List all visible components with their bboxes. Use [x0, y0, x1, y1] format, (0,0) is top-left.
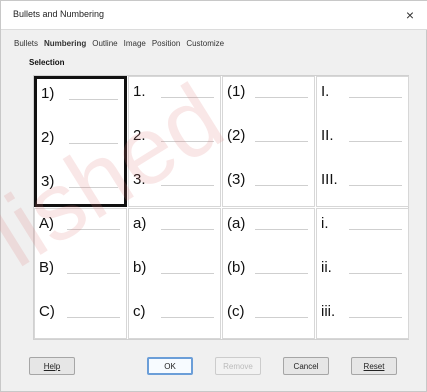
cancel-button[interactable]: Cancel: [283, 357, 329, 375]
style-option-alpha-lower-parens[interactable]: (a) (b) (c): [222, 208, 315, 339]
style-option-label: (1): [227, 83, 246, 100]
ok-label: OK: [164, 361, 176, 371]
style-option-1-parens[interactable]: (1) (2) (3): [222, 76, 315, 207]
tab-bar: Bullets Numbering Outline Image Position…: [13, 37, 225, 51]
style-option-label: a): [133, 215, 147, 232]
tab-image[interactable]: Image: [123, 37, 147, 51]
style-option-label: C): [39, 303, 55, 320]
style-option-alpha-upper-paren[interactable]: A) B) C): [34, 208, 127, 339]
remove-button: Remove: [215, 357, 261, 375]
style-option-1-dot[interactable]: 1. 2. 3.: [128, 76, 221, 207]
style-option-label: (a): [227, 215, 246, 232]
style-option-label: (2): [227, 127, 246, 144]
style-option-label: i.: [321, 215, 329, 232]
close-icon[interactable]: ×: [400, 5, 420, 25]
style-option-label: 1.: [133, 83, 146, 100]
dialog-title: Bullets and Numbering: [13, 9, 105, 19]
help-label: Help: [43, 361, 61, 371]
style-option-label: II.: [321, 127, 334, 144]
style-option-label: (b): [227, 259, 246, 276]
style-option-label: 3): [41, 173, 55, 190]
tab-numbering[interactable]: Numbering: [43, 37, 87, 51]
style-option-label: III.: [321, 171, 338, 188]
style-option-label: ii.: [321, 259, 332, 276]
style-option-label: I.: [321, 83, 330, 100]
tab-bullets[interactable]: Bullets: [13, 37, 39, 51]
style-option-label: 2): [41, 129, 55, 146]
numbering-style-grid: 1) 2) 3) 1. 2. 3. (1) (2) (3) I. II. III…: [33, 75, 409, 340]
tab-customize[interactable]: Customize: [185, 37, 225, 51]
style-option-label: (c): [227, 303, 245, 320]
style-option-label: 2.: [133, 127, 146, 144]
button-row: Help OK Remove Cancel Reset: [1, 357, 427, 379]
style-option-label: iii.: [321, 303, 336, 320]
style-option-label: b): [133, 259, 147, 276]
style-option-roman-upper[interactable]: I. II. III.: [316, 76, 409, 207]
style-option-label: c): [133, 303, 146, 320]
title-bar: Bullets and Numbering ×: [1, 1, 427, 30]
style-option-label: A): [39, 215, 54, 232]
bullets-numbering-dialog: Bullets and Numbering × Bullets Numberin…: [0, 0, 427, 392]
style-option-alpha-lower-paren[interactable]: a) b) c): [128, 208, 221, 339]
style-option-roman-lower[interactable]: i. ii. iii.: [316, 208, 409, 339]
tab-position[interactable]: Position: [151, 37, 181, 51]
remove-label: Remove: [223, 361, 253, 371]
style-option-label: (3): [227, 171, 246, 188]
help-button[interactable]: Help: [29, 357, 75, 375]
reset-button[interactable]: Reset: [351, 357, 397, 375]
style-option-label: 1): [41, 85, 55, 102]
cancel-label: Cancel: [293, 361, 319, 371]
selection-heading: Selection: [29, 58, 65, 67]
style-option-label: B): [39, 259, 54, 276]
reset-label: Reset: [363, 361, 385, 371]
ok-button[interactable]: OK: [147, 357, 193, 375]
style-option-1-paren[interactable]: 1) 2) 3): [34, 76, 127, 207]
tab-outline[interactable]: Outline: [91, 37, 118, 51]
style-option-label: 3.: [133, 171, 146, 188]
